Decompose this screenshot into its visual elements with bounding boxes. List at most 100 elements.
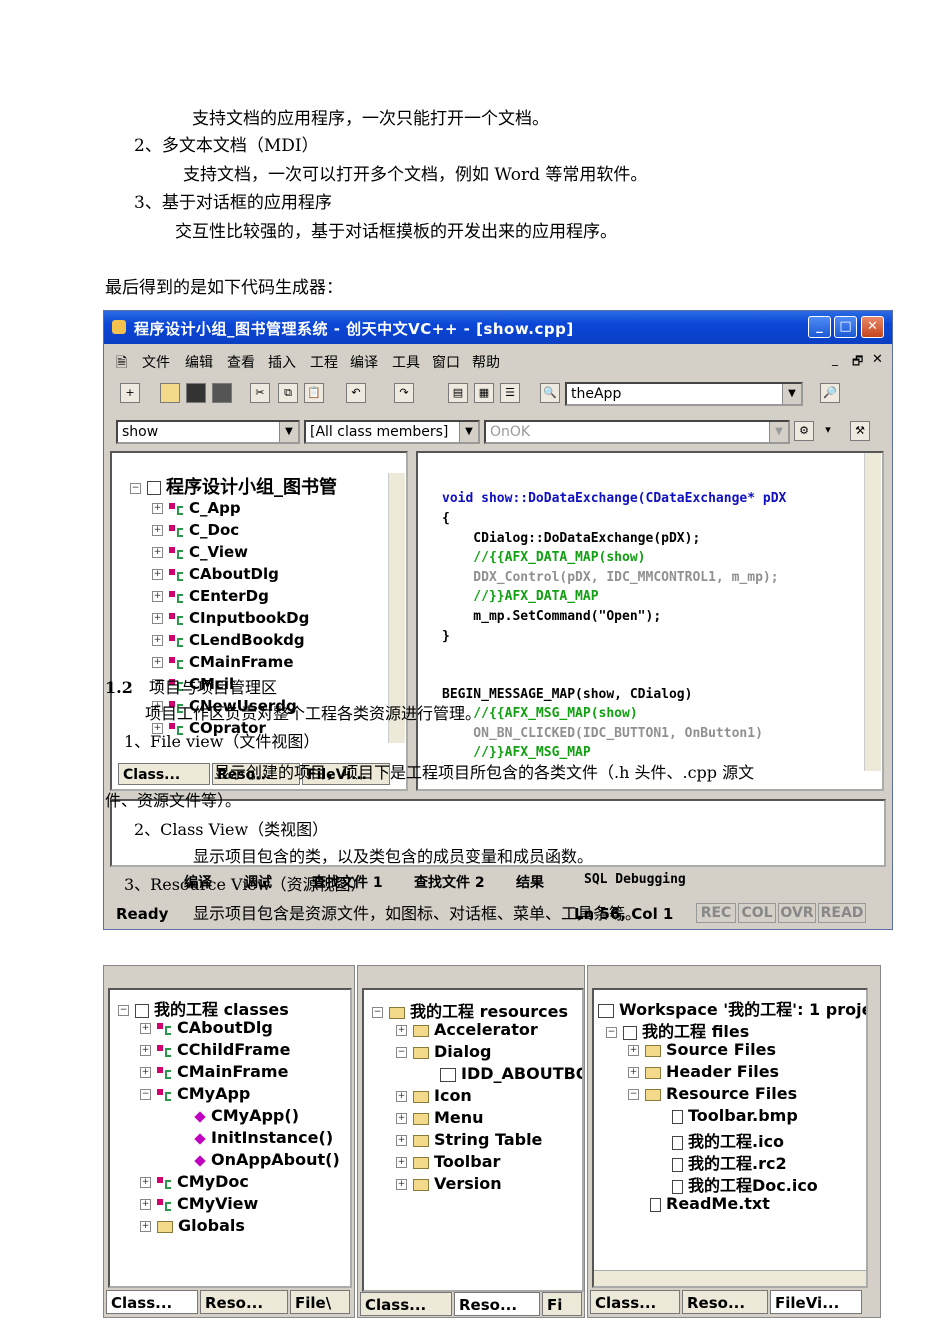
- tree-folder-item[interactable]: + Icon: [396, 1086, 472, 1105]
- cut-icon[interactable]: ✂: [250, 383, 270, 403]
- tree-folder-item[interactable]: + String Table: [396, 1130, 542, 1149]
- menu-help[interactable]: 帮助: [472, 352, 500, 372]
- tree-folder-item[interactable]: − Resource Files: [628, 1084, 797, 1103]
- tree-folder-item[interactable]: + Accelerator: [396, 1020, 538, 1039]
- save-icon[interactable]: [186, 383, 206, 403]
- tree-class-item[interactable]: + CLendBookdg: [152, 631, 305, 649]
- tree-class-item[interactable]: + C_App: [152, 499, 241, 517]
- workspace-icon[interactable]: ▤: [448, 383, 468, 403]
- chevron-down-icon[interactable]: ▾: [818, 421, 838, 441]
- tree-class-item[interactable]: + CMainFrame: [152, 653, 294, 671]
- window-list-icon[interactable]: ☰: [500, 383, 520, 403]
- workspace-root[interactable]: Workspace '我的工程': 1 proje: [598, 996, 866, 1020]
- tree-method-item[interactable]: OnAppAbout(): [194, 1150, 340, 1169]
- tree-root[interactable]: − 程序设计小组_图书管: [130, 473, 337, 499]
- code-editor[interactable]: void show::DoDataExchange(CDataExchange*…: [416, 451, 884, 791]
- copy-icon[interactable]: ⧉: [278, 383, 298, 403]
- tree-class-item[interactable]: + CMyDoc: [140, 1172, 249, 1191]
- file-view-title: 1、File view（文件视图）: [124, 732, 320, 751]
- class-wizard-icon[interactable]: ⚒: [850, 421, 870, 441]
- tree-file-item[interactable]: 我的工程.ico: [672, 1128, 784, 1152]
- tree-class-item[interactable]: + CAboutDlg: [140, 1018, 273, 1037]
- editor-scrollbar[interactable]: [864, 453, 881, 771]
- tab-sql-debugging[interactable]: SQL Debugging: [584, 872, 686, 887]
- menu-project[interactable]: 工程: [310, 352, 338, 372]
- chevron-down-icon[interactable]: ▼: [459, 422, 478, 442]
- minimize-button[interactable]: _: [808, 316, 831, 338]
- tree-class-item[interactable]: + C_Doc: [152, 521, 239, 539]
- undo-icon[interactable]: ↶: [346, 383, 366, 403]
- menu-insert[interactable]: 插入: [268, 352, 296, 372]
- tab-results[interactable]: 结果: [516, 872, 544, 892]
- tree-scrollbar[interactable]: [388, 473, 405, 743]
- tab-class-view[interactable]: Class...: [106, 1290, 198, 1314]
- menu-file[interactable]: 文件: [142, 352, 170, 372]
- tree-file-item[interactable]: Toolbar.bmp: [672, 1106, 798, 1125]
- tab-file-view[interactable]: FileVi...: [770, 1290, 862, 1314]
- tree-file-item[interactable]: ReadMe.txt: [650, 1194, 770, 1213]
- maximize-button[interactable]: □: [834, 316, 857, 338]
- tree-method-item[interactable]: InitInstance(): [194, 1128, 333, 1147]
- tree-folder-item[interactable]: + Globals: [140, 1216, 245, 1235]
- tab-file-view[interactable]: Fi: [542, 1292, 582, 1316]
- close-button[interactable]: ✕: [861, 316, 884, 338]
- find-icon[interactable]: 🔎: [820, 383, 840, 403]
- chevron-down-icon[interactable]: ▼: [279, 422, 298, 442]
- tree-method-item[interactable]: CMyApp(): [194, 1106, 299, 1125]
- tree-resource-item[interactable]: IDD_ABOUTBOX: [440, 1064, 582, 1083]
- tree-class-item[interactable]: + CMainFrame: [140, 1062, 288, 1081]
- menu-tools[interactable]: 工具: [392, 352, 420, 372]
- tab-resource-view[interactable]: Reso...: [454, 1292, 540, 1316]
- tab-find-2[interactable]: 查找文件 2: [414, 872, 485, 892]
- menu-window[interactable]: 窗口: [432, 352, 460, 372]
- new-file-icon[interactable]: +: [120, 383, 140, 403]
- tree-file-item[interactable]: 我的工程.rc2: [672, 1150, 787, 1174]
- tab-class-view[interactable]: Class...: [118, 763, 210, 785]
- tree-class-item[interactable]: + CMyView: [140, 1194, 258, 1213]
- folder-open-icon: [645, 1088, 661, 1101]
- find-combo[interactable]: theApp ▼: [565, 382, 803, 406]
- chevron-down-icon[interactable]: ▼: [782, 384, 801, 404]
- mdi-close-icon[interactable]: ✕: [872, 352, 883, 367]
- tab-file-view[interactable]: File\: [290, 1290, 350, 1314]
- class-combo[interactable]: show ▼: [116, 420, 300, 444]
- redo-icon[interactable]: ↷: [394, 383, 414, 403]
- tab-class-view[interactable]: Class...: [360, 1292, 452, 1316]
- chevron-down-icon[interactable]: ▼: [769, 422, 788, 442]
- tree-root[interactable]: − 我的工程 files: [606, 1018, 749, 1042]
- tree-folder-item[interactable]: + Header Files: [628, 1062, 779, 1081]
- tree-folder-item[interactable]: + Version: [396, 1174, 502, 1193]
- tree-folder-item[interactable]: + Source Files: [628, 1040, 776, 1059]
- filter-combo[interactable]: [All class members] ▼: [304, 420, 480, 444]
- horizontal-scrollbar[interactable]: [594, 1270, 866, 1286]
- tab-resource-view[interactable]: Reso...: [682, 1290, 768, 1314]
- tree-root[interactable]: − 我的工程 resources: [372, 998, 568, 1022]
- member-combo[interactable]: OnOK ▼: [484, 420, 790, 444]
- tree-class-item[interactable]: + C_View: [152, 543, 248, 561]
- tree-folder-item[interactable]: + Toolbar: [396, 1152, 500, 1171]
- tree-folder-item[interactable]: + Menu: [396, 1108, 484, 1127]
- menu-edit[interactable]: 编辑: [185, 352, 213, 372]
- mdi-minimize-icon[interactable]: _: [832, 352, 838, 366]
- tab-resource-view[interactable]: Reso...: [200, 1290, 288, 1314]
- class-icon: [157, 1088, 173, 1102]
- tree-root[interactable]: − 我的工程 classes: [118, 996, 289, 1020]
- tree-class-item[interactable]: + CAboutDlg: [152, 565, 279, 583]
- menu-build[interactable]: 编译: [350, 352, 378, 372]
- tree-class-item[interactable]: − CMyApp: [140, 1084, 250, 1103]
- open-folder-icon[interactable]: [160, 383, 180, 403]
- save-all-icon[interactable]: [212, 383, 232, 403]
- output-window-icon[interactable]: ▦: [474, 383, 494, 403]
- tree-folder-item[interactable]: − Dialog: [396, 1042, 492, 1061]
- menu-view[interactable]: 查看: [227, 352, 255, 372]
- tree-class-item[interactable]: + CChildFrame: [140, 1040, 290, 1059]
- tree-class-item[interactable]: + CEnterDg: [152, 587, 269, 605]
- code-line: DDX_Control(pDX, IDC_MMCONTROL1, m_mp);: [442, 570, 779, 585]
- wizard-action-icon[interactable]: ⚙: [794, 421, 814, 441]
- paste-icon[interactable]: 📋: [304, 383, 324, 403]
- mdi-restore-icon[interactable]: 🗗: [852, 352, 863, 373]
- find-in-files-icon[interactable]: 🔍: [540, 383, 560, 403]
- tree-class-item[interactable]: + CInputbookDg: [152, 609, 309, 627]
- tree-file-item[interactable]: 我的工程Doc.ico: [672, 1172, 818, 1196]
- tab-class-view[interactable]: Class...: [590, 1290, 680, 1314]
